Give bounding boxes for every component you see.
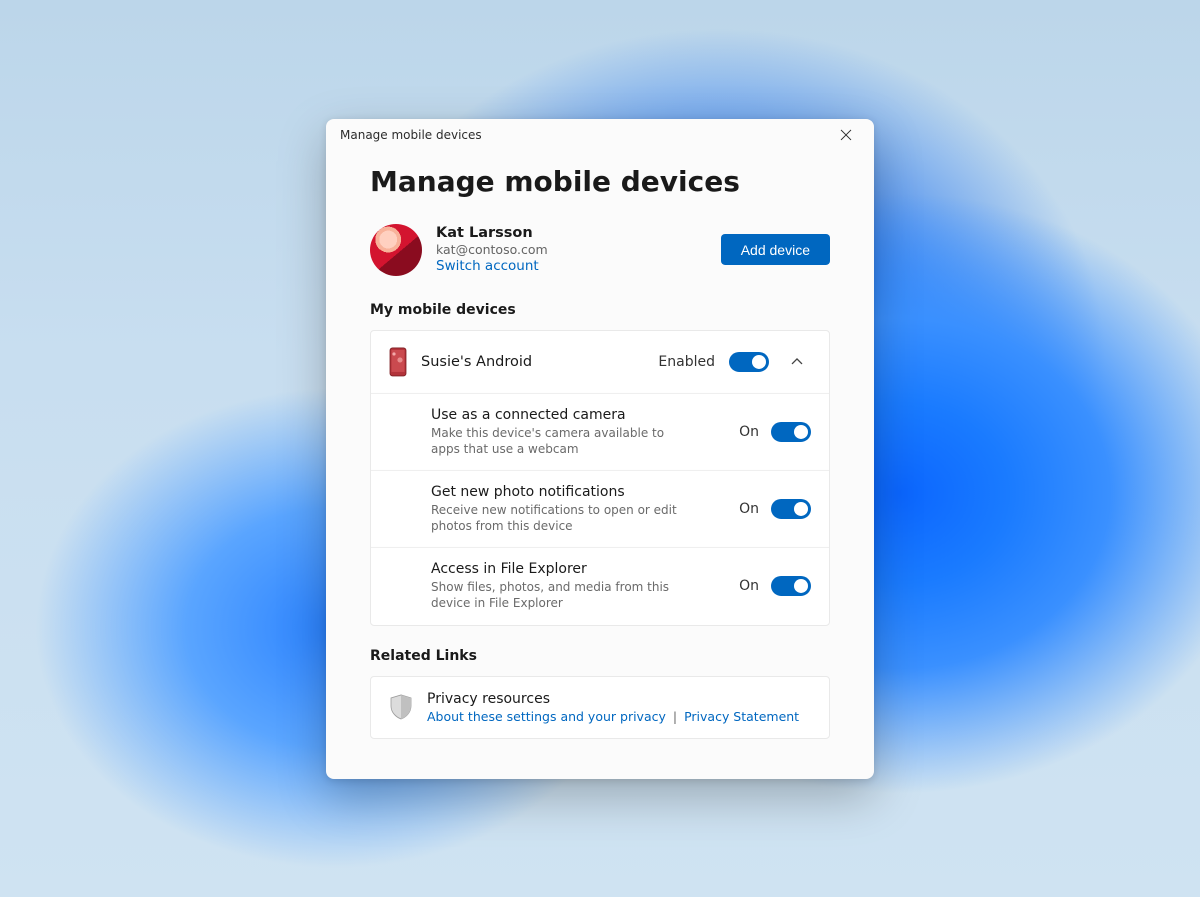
content-area: Manage mobile devices Kat Larsson kat@co… — [326, 150, 874, 778]
privacy-statement-link[interactable]: Privacy Statement — [684, 709, 799, 724]
devices-section-heading: My mobile devices — [370, 301, 830, 317]
setting-toggle-label: On — [739, 424, 759, 440]
separator: | — [673, 709, 677, 724]
manage-mobile-devices-window: Manage mobile devices Manage mobile devi… — [326, 118, 874, 778]
setting-toggle-label: On — [739, 578, 759, 594]
setting-toggle-label: On — [739, 501, 759, 517]
privacy-text: Privacy resources About these settings a… — [427, 691, 799, 724]
account-email: kat@contoso.com — [436, 242, 707, 257]
privacy-title: Privacy resources — [427, 691, 799, 707]
add-device-button[interactable]: Add device — [721, 234, 830, 265]
privacy-card: Privacy resources About these settings a… — [370, 676, 830, 739]
device-card: Susie's Android Enabled Use as a connect… — [370, 329, 830, 625]
close-button[interactable] — [824, 119, 868, 149]
setting-text: Use as a connected camera Make this devi… — [431, 406, 727, 456]
device-name: Susie's Android — [421, 353, 644, 369]
device-header[interactable]: Susie's Android Enabled — [371, 330, 829, 392]
account-info: Kat Larsson kat@contoso.com Switch accou… — [436, 225, 707, 274]
account-row: Kat Larsson kat@contoso.com Switch accou… — [370, 223, 830, 275]
account-display-name: Kat Larsson — [436, 225, 707, 241]
privacy-links: About these settings and your privacy | … — [427, 709, 799, 724]
setting-connected-camera: Use as a connected camera Make this devi… — [371, 392, 829, 469]
file-explorer-toggle[interactable] — [771, 576, 811, 596]
setting-description: Receive new notifications to open or edi… — [431, 502, 691, 534]
switch-account-link[interactable]: Switch account — [436, 258, 707, 274]
close-icon — [840, 128, 852, 140]
connected-camera-toggle[interactable] — [771, 422, 811, 442]
setting-description: Show files, photos, and media from this … — [431, 579, 691, 611]
phone-icon — [389, 346, 407, 376]
related-links-heading: Related Links — [370, 648, 830, 664]
device-enabled-label: Enabled — [658, 353, 715, 369]
device-expand-button[interactable] — [783, 347, 811, 375]
setting-title: Get new photo notifications — [431, 484, 727, 500]
setting-title: Use as a connected camera — [431, 406, 727, 422]
device-enabled-toggle[interactable] — [729, 351, 769, 371]
setting-title: Access in File Explorer — [431, 561, 727, 577]
shield-icon — [389, 694, 413, 720]
page-title: Manage mobile devices — [370, 164, 830, 197]
setting-file-explorer: Access in File Explorer Show files, phot… — [371, 547, 829, 624]
chevron-up-icon — [790, 354, 804, 368]
titlebar: Manage mobile devices — [326, 118, 874, 150]
setting-text: Access in File Explorer Show files, phot… — [431, 561, 727, 611]
window-title: Manage mobile devices — [340, 127, 824, 141]
setting-photo-notifications: Get new photo notifications Receive new … — [371, 470, 829, 547]
setting-text: Get new photo notifications Receive new … — [431, 484, 727, 534]
photo-notifications-toggle[interactable] — [771, 499, 811, 519]
setting-description: Make this device's camera available to a… — [431, 424, 691, 456]
privacy-about-link[interactable]: About these settings and your privacy — [427, 709, 666, 724]
avatar — [370, 223, 422, 275]
